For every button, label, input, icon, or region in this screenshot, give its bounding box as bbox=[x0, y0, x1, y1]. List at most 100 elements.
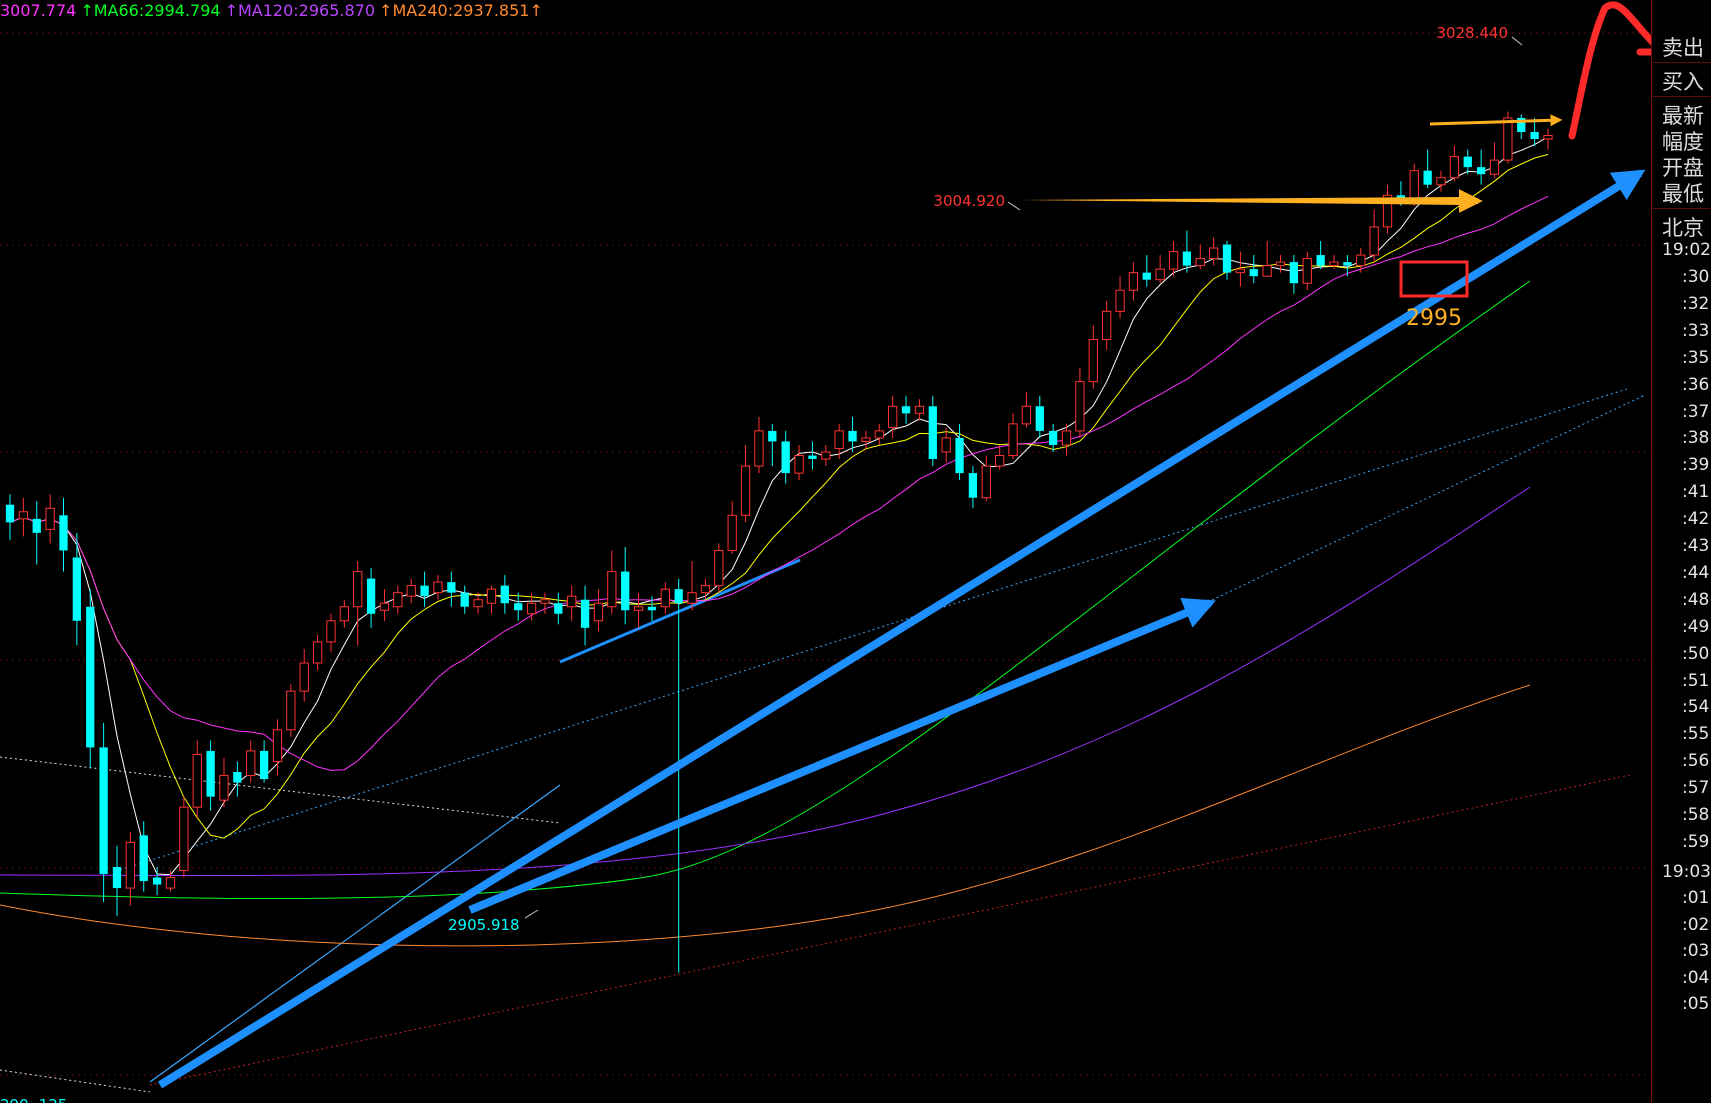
candle bbox=[1102, 300, 1112, 351]
candle-body bbox=[768, 430, 777, 442]
candle bbox=[406, 578, 416, 604]
time-tick: :39 bbox=[1682, 455, 1710, 476]
candle-body bbox=[72, 557, 82, 621]
candle bbox=[1463, 149, 1472, 175]
candle bbox=[219, 757, 229, 808]
candlestick-chart[interactable]: 3004.920 3028.440 2905.918 290-.125 2995 bbox=[0, 0, 1651, 1103]
candle-body bbox=[714, 549, 724, 587]
candle-body bbox=[1155, 268, 1165, 281]
candle-body bbox=[406, 585, 416, 597]
price-pointer bbox=[524, 909, 539, 919]
candle-body bbox=[1209, 247, 1219, 260]
candle bbox=[1369, 209, 1379, 263]
time-tick: :49 bbox=[1682, 616, 1710, 637]
candle bbox=[447, 571, 456, 607]
candle-body bbox=[1463, 156, 1472, 168]
candle bbox=[660, 582, 670, 614]
side-label[interactable]: 卖出 bbox=[1662, 32, 1704, 62]
candle-body bbox=[393, 592, 403, 608]
candle-body bbox=[660, 588, 670, 608]
candle-body bbox=[995, 455, 1005, 467]
time-tick: :38 bbox=[1682, 428, 1710, 449]
candle-body bbox=[165, 877, 176, 889]
candle bbox=[1128, 262, 1139, 301]
candle-body bbox=[246, 750, 256, 777]
candle-body bbox=[1142, 272, 1151, 280]
candle-body bbox=[286, 690, 296, 731]
dotted-extension bbox=[1211, 394, 1646, 601]
candle-body bbox=[1249, 269, 1258, 277]
candle-body bbox=[540, 599, 550, 604]
candle bbox=[834, 423, 844, 460]
candle-body bbox=[727, 514, 737, 551]
time-tick: :35 bbox=[1682, 347, 1710, 368]
candle-body bbox=[1489, 159, 1500, 175]
candle-body bbox=[1128, 272, 1139, 291]
candle-body bbox=[192, 753, 202, 808]
ma-legend-item: 3007.774 bbox=[0, 1, 77, 20]
candle bbox=[928, 395, 937, 467]
candle bbox=[152, 866, 162, 896]
ma20-line bbox=[9, 195, 1549, 771]
time-tick: :02 bbox=[1682, 914, 1710, 935]
candle bbox=[794, 444, 804, 481]
candle bbox=[192, 740, 202, 818]
candle bbox=[59, 497, 68, 572]
candle-body bbox=[473, 599, 483, 608]
candle-body bbox=[647, 606, 657, 611]
candle bbox=[1343, 255, 1352, 277]
candle-body bbox=[821, 451, 831, 460]
candle-body bbox=[1343, 262, 1352, 266]
price-label: 3028.440 bbox=[1436, 24, 1508, 42]
candle-body bbox=[152, 877, 162, 885]
candle-body bbox=[206, 750, 215, 797]
candle bbox=[1302, 251, 1312, 291]
candle bbox=[754, 416, 764, 474]
ma66-line bbox=[0, 280, 1531, 900]
candle bbox=[821, 444, 831, 467]
side-label[interactable]: 买入 bbox=[1662, 66, 1704, 96]
candle bbox=[1489, 142, 1500, 178]
candle bbox=[86, 589, 95, 769]
price-labels: 3004.920 3028.440 2905.918 290-.125 2995 bbox=[0, 24, 1523, 1103]
time-tick: :55 bbox=[1682, 724, 1710, 745]
candle-body bbox=[1008, 423, 1018, 457]
candle bbox=[45, 494, 55, 544]
side-panel: 卖出 买入 最新 幅度 开盘 最低 北京 19:02:30:32:33:35:36:37:38… bbox=[1651, 0, 1711, 1103]
candle-body bbox=[1543, 135, 1553, 140]
candle bbox=[633, 592, 644, 628]
candle bbox=[861, 430, 871, 449]
candle bbox=[1115, 276, 1125, 319]
candle-body bbox=[981, 465, 991, 499]
candle bbox=[968, 466, 978, 509]
time-tick: :33 bbox=[1682, 320, 1710, 341]
candle bbox=[554, 592, 563, 625]
candle-body bbox=[781, 441, 790, 474]
time-tick: :04 bbox=[1682, 967, 1710, 988]
time-tick: :03 bbox=[1682, 941, 1710, 961]
time-tick: :37 bbox=[1682, 401, 1710, 422]
candle bbox=[1543, 128, 1553, 150]
candle-body bbox=[1049, 430, 1058, 445]
candle-body bbox=[567, 595, 577, 608]
price-pointer bbox=[1511, 36, 1523, 46]
side-label: 最低 bbox=[1662, 182, 1704, 206]
candle bbox=[621, 546, 630, 625]
candle bbox=[995, 444, 1005, 470]
candle bbox=[112, 845, 122, 917]
candle-body bbox=[1021, 405, 1032, 425]
candle-body bbox=[1182, 251, 1192, 266]
candle-body bbox=[486, 588, 497, 604]
candle bbox=[1088, 325, 1098, 389]
time-tick: :56 bbox=[1682, 751, 1710, 772]
candle bbox=[1235, 251, 1246, 287]
candle-body bbox=[99, 747, 108, 874]
candle bbox=[1049, 423, 1058, 452]
candle bbox=[914, 399, 925, 421]
candle bbox=[781, 430, 790, 484]
candle-body bbox=[888, 405, 898, 428]
level-box bbox=[1399, 260, 1469, 298]
candle bbox=[687, 561, 697, 611]
candle-body bbox=[1195, 258, 1205, 267]
candle-body bbox=[1235, 268, 1246, 274]
